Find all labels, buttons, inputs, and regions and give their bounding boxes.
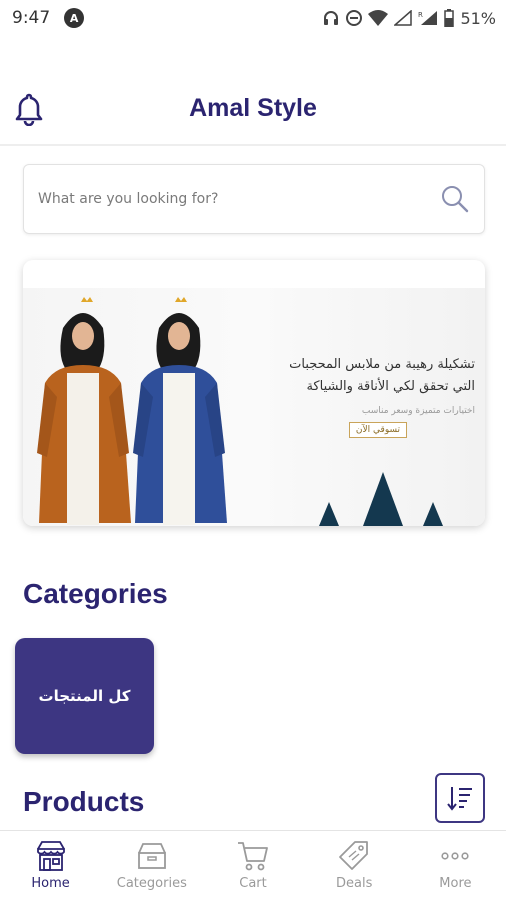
status-bar: 9:47 A R 51% (0, 0, 506, 36)
category-card-all-products[interactable]: كل المنتجات (15, 638, 154, 754)
nav-home[interactable]: Home (0, 831, 101, 900)
headphones-icon (324, 11, 339, 25)
wifi-icon (368, 10, 389, 26)
nav-deals-label: Deals (336, 876, 373, 891)
signal-roaming-icon: R (418, 11, 438, 25)
search-icon[interactable] (440, 184, 470, 214)
sort-descending-icon (447, 787, 472, 811)
products-title: Products (23, 786, 145, 817)
nav-deals[interactable]: Deals (304, 831, 405, 900)
sort-button[interactable] (435, 773, 485, 823)
nav-cart-label: Cart (239, 876, 267, 891)
nav-home-label: Home (31, 876, 70, 891)
nav-cart[interactable]: Cart (202, 831, 303, 900)
signal-outline-icon (394, 10, 413, 26)
search-bar[interactable] (23, 164, 485, 234)
banner-headline-line2: التي تحقق لكي الأناقة والشياكة (306, 379, 475, 394)
promo-banner[interactable]: تشكيلة رهيبة من ملابس المحجبات التي تحقق… (23, 260, 485, 526)
nav-more[interactable]: More (405, 831, 506, 900)
app-title: Amal Style (189, 94, 317, 122)
tag-icon (339, 841, 369, 870)
status-time: 9:47 (12, 8, 51, 28)
search-input[interactable] (38, 191, 440, 207)
bottom-navigation: Home Categories Cart Deals More (0, 830, 506, 900)
battery-icon (444, 9, 455, 27)
banner-shop-button[interactable]: تسوقي الآن (348, 422, 407, 438)
banner-text: تشكيلة رهيبة من ملابس المحجبات التي تحقق… (255, 354, 475, 422)
nav-more-label: More (439, 876, 472, 891)
status-left: 9:47 A (12, 8, 85, 28)
banner-headline-line1: تشكيلة رهيبة من ملابس المحجبات (289, 357, 475, 372)
app-header: Amal Style (0, 74, 506, 146)
dnd-icon (346, 10, 363, 26)
status-right: R 51% (322, 9, 496, 28)
svg-text:R: R (418, 11, 423, 19)
nav-categories[interactable]: Categories (101, 831, 202, 900)
box-icon (137, 843, 166, 869)
categories-title: Categories (23, 578, 168, 609)
more-icon (441, 852, 470, 860)
banner-image: تشكيلة رهيبة من ملابس المحجبات التي تحقق… (23, 288, 485, 526)
nav-categories-label: Categories (116, 876, 187, 891)
cart-icon (238, 842, 268, 871)
banner-subline: اختيارات متميزة وسعر مناسب (361, 406, 475, 416)
battery-percent: 51% (460, 8, 496, 28)
notification-icon: A (64, 8, 85, 28)
store-icon (36, 841, 65, 871)
